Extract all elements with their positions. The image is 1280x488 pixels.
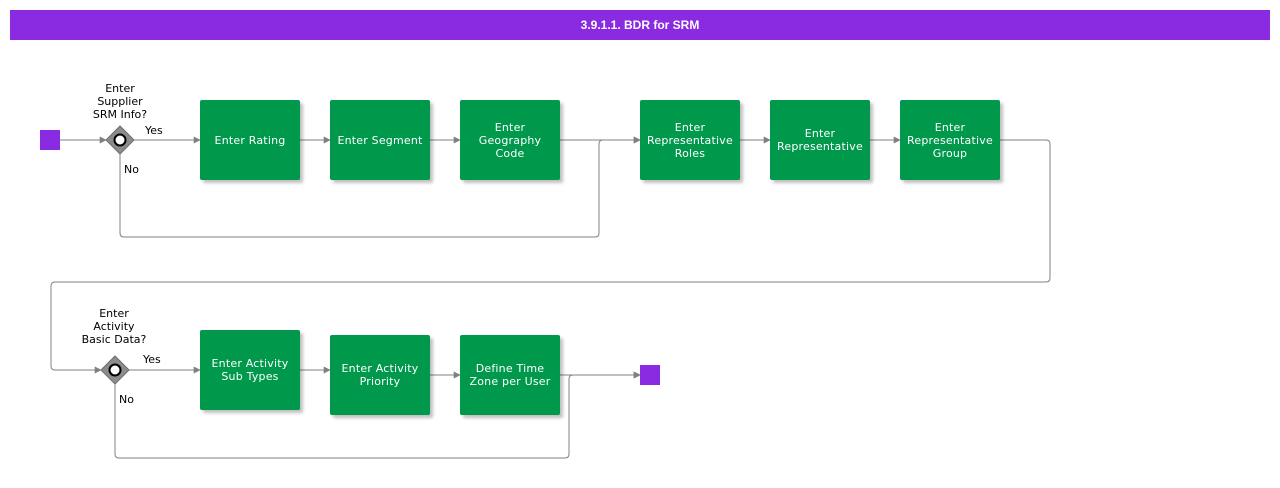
gateway-activity-basic-data (100, 355, 130, 385)
gateway-question-activity-basic-data: Enter Activity Basic Data? (81, 307, 147, 346)
task-enter-segment[interactable]: Enter Segment (330, 100, 430, 180)
end-event (640, 365, 660, 385)
gateway-yes-label-2: Yes (143, 353, 161, 366)
gateway-supplier-srm-info (105, 125, 135, 155)
task-enter-representative-roles[interactable]: Enter Representative Roles (640, 100, 740, 180)
task-define-time-zone-per-user[interactable]: Define Time Zone per User (460, 335, 560, 415)
task-enter-activity-priority[interactable]: Enter Activity Priority (330, 335, 430, 415)
task-enter-geography-code[interactable]: Enter Geography Code (460, 100, 560, 180)
gateway-question-supplier-srm-info: Enter Supplier SRM Info? (92, 82, 148, 121)
gateway-no-label-2: No (119, 393, 134, 406)
gateway-yes-label-1: Yes (145, 124, 163, 137)
task-enter-rating[interactable]: Enter Rating (200, 100, 300, 180)
task-enter-activity-sub-types[interactable]: Enter Activity Sub Types (200, 330, 300, 410)
task-enter-representative-group[interactable]: Enter Representative Group (900, 100, 1000, 180)
task-enter-representative[interactable]: Enter Representative (770, 100, 870, 180)
flow-connectors (50, 125, 1051, 459)
start-event (40, 130, 60, 150)
gateway-no-label-1: No (124, 163, 139, 176)
